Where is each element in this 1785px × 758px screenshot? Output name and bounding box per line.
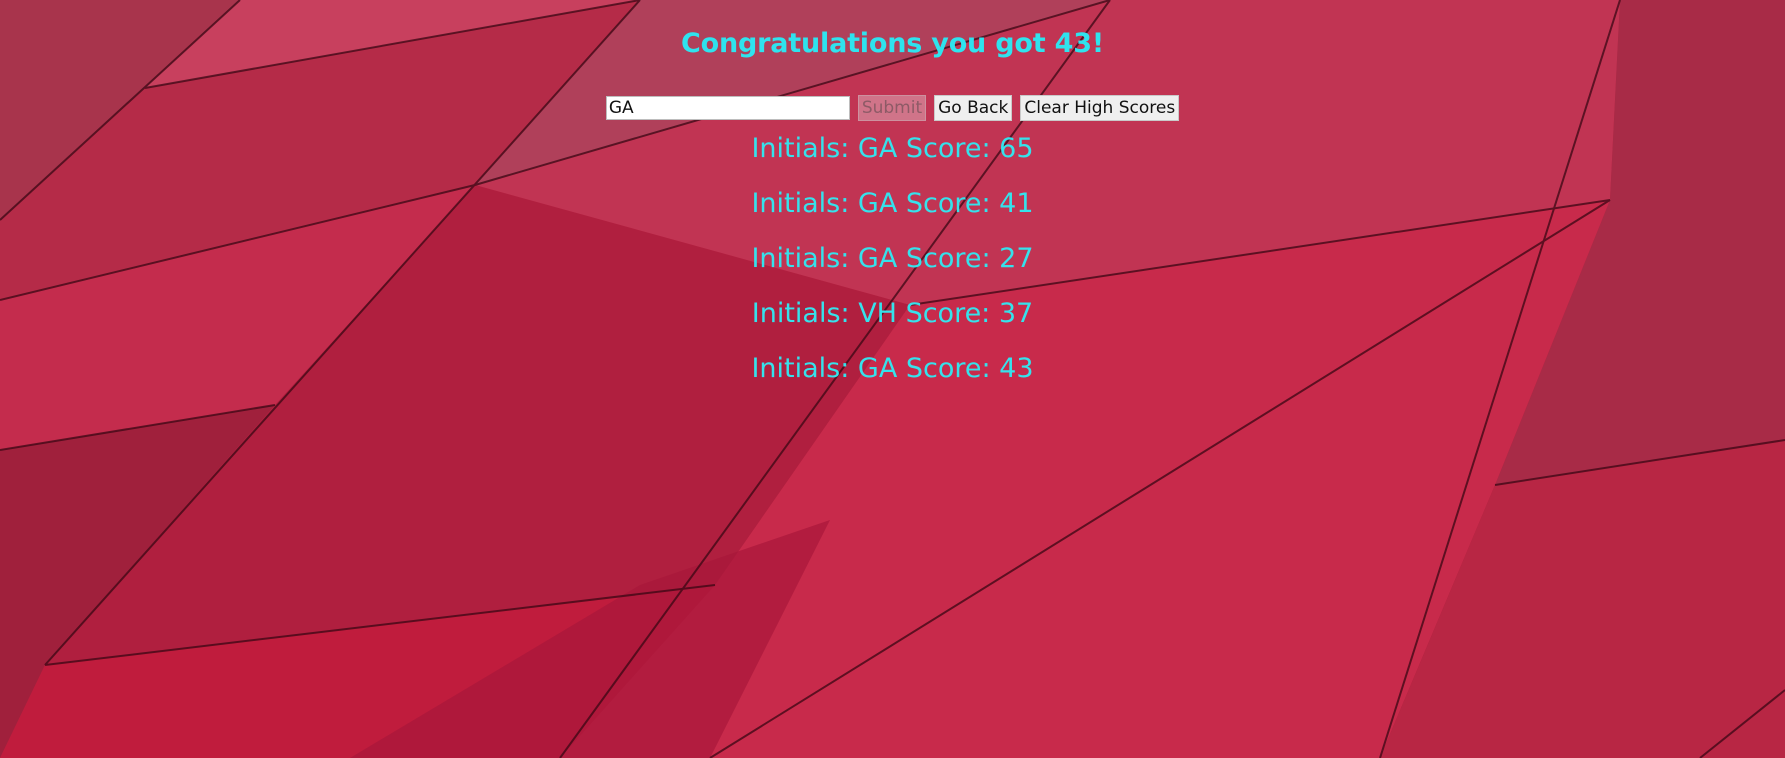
go-back-button[interactable]: Go Back — [934, 95, 1013, 121]
submit-button[interactable]: Submit — [857, 95, 927, 121]
clear-high-scores-button[interactable]: Clear High Scores — [1020, 95, 1180, 121]
score-entry: Initials: GA Score: 41 — [751, 188, 1034, 219]
score-entry: Initials: GA Score: 43 — [751, 353, 1034, 384]
initials-input[interactable] — [605, 96, 850, 120]
high-scores-page: Congratulations you got 43! Submit Go Ba… — [0, 0, 1785, 758]
score-entry: Initials: VH Score: 37 — [751, 298, 1034, 329]
score-entry: Initials: GA Score: 27 — [751, 243, 1034, 274]
page-title: Congratulations you got 43! — [681, 28, 1104, 59]
initials-form: Submit Go Back Clear High Scores — [0, 94, 1785, 122]
high-scores-list: Initials: GA Score: 65 Initials: GA Scor… — [0, 132, 1785, 407]
score-entry: Initials: GA Score: 65 — [751, 133, 1034, 164]
